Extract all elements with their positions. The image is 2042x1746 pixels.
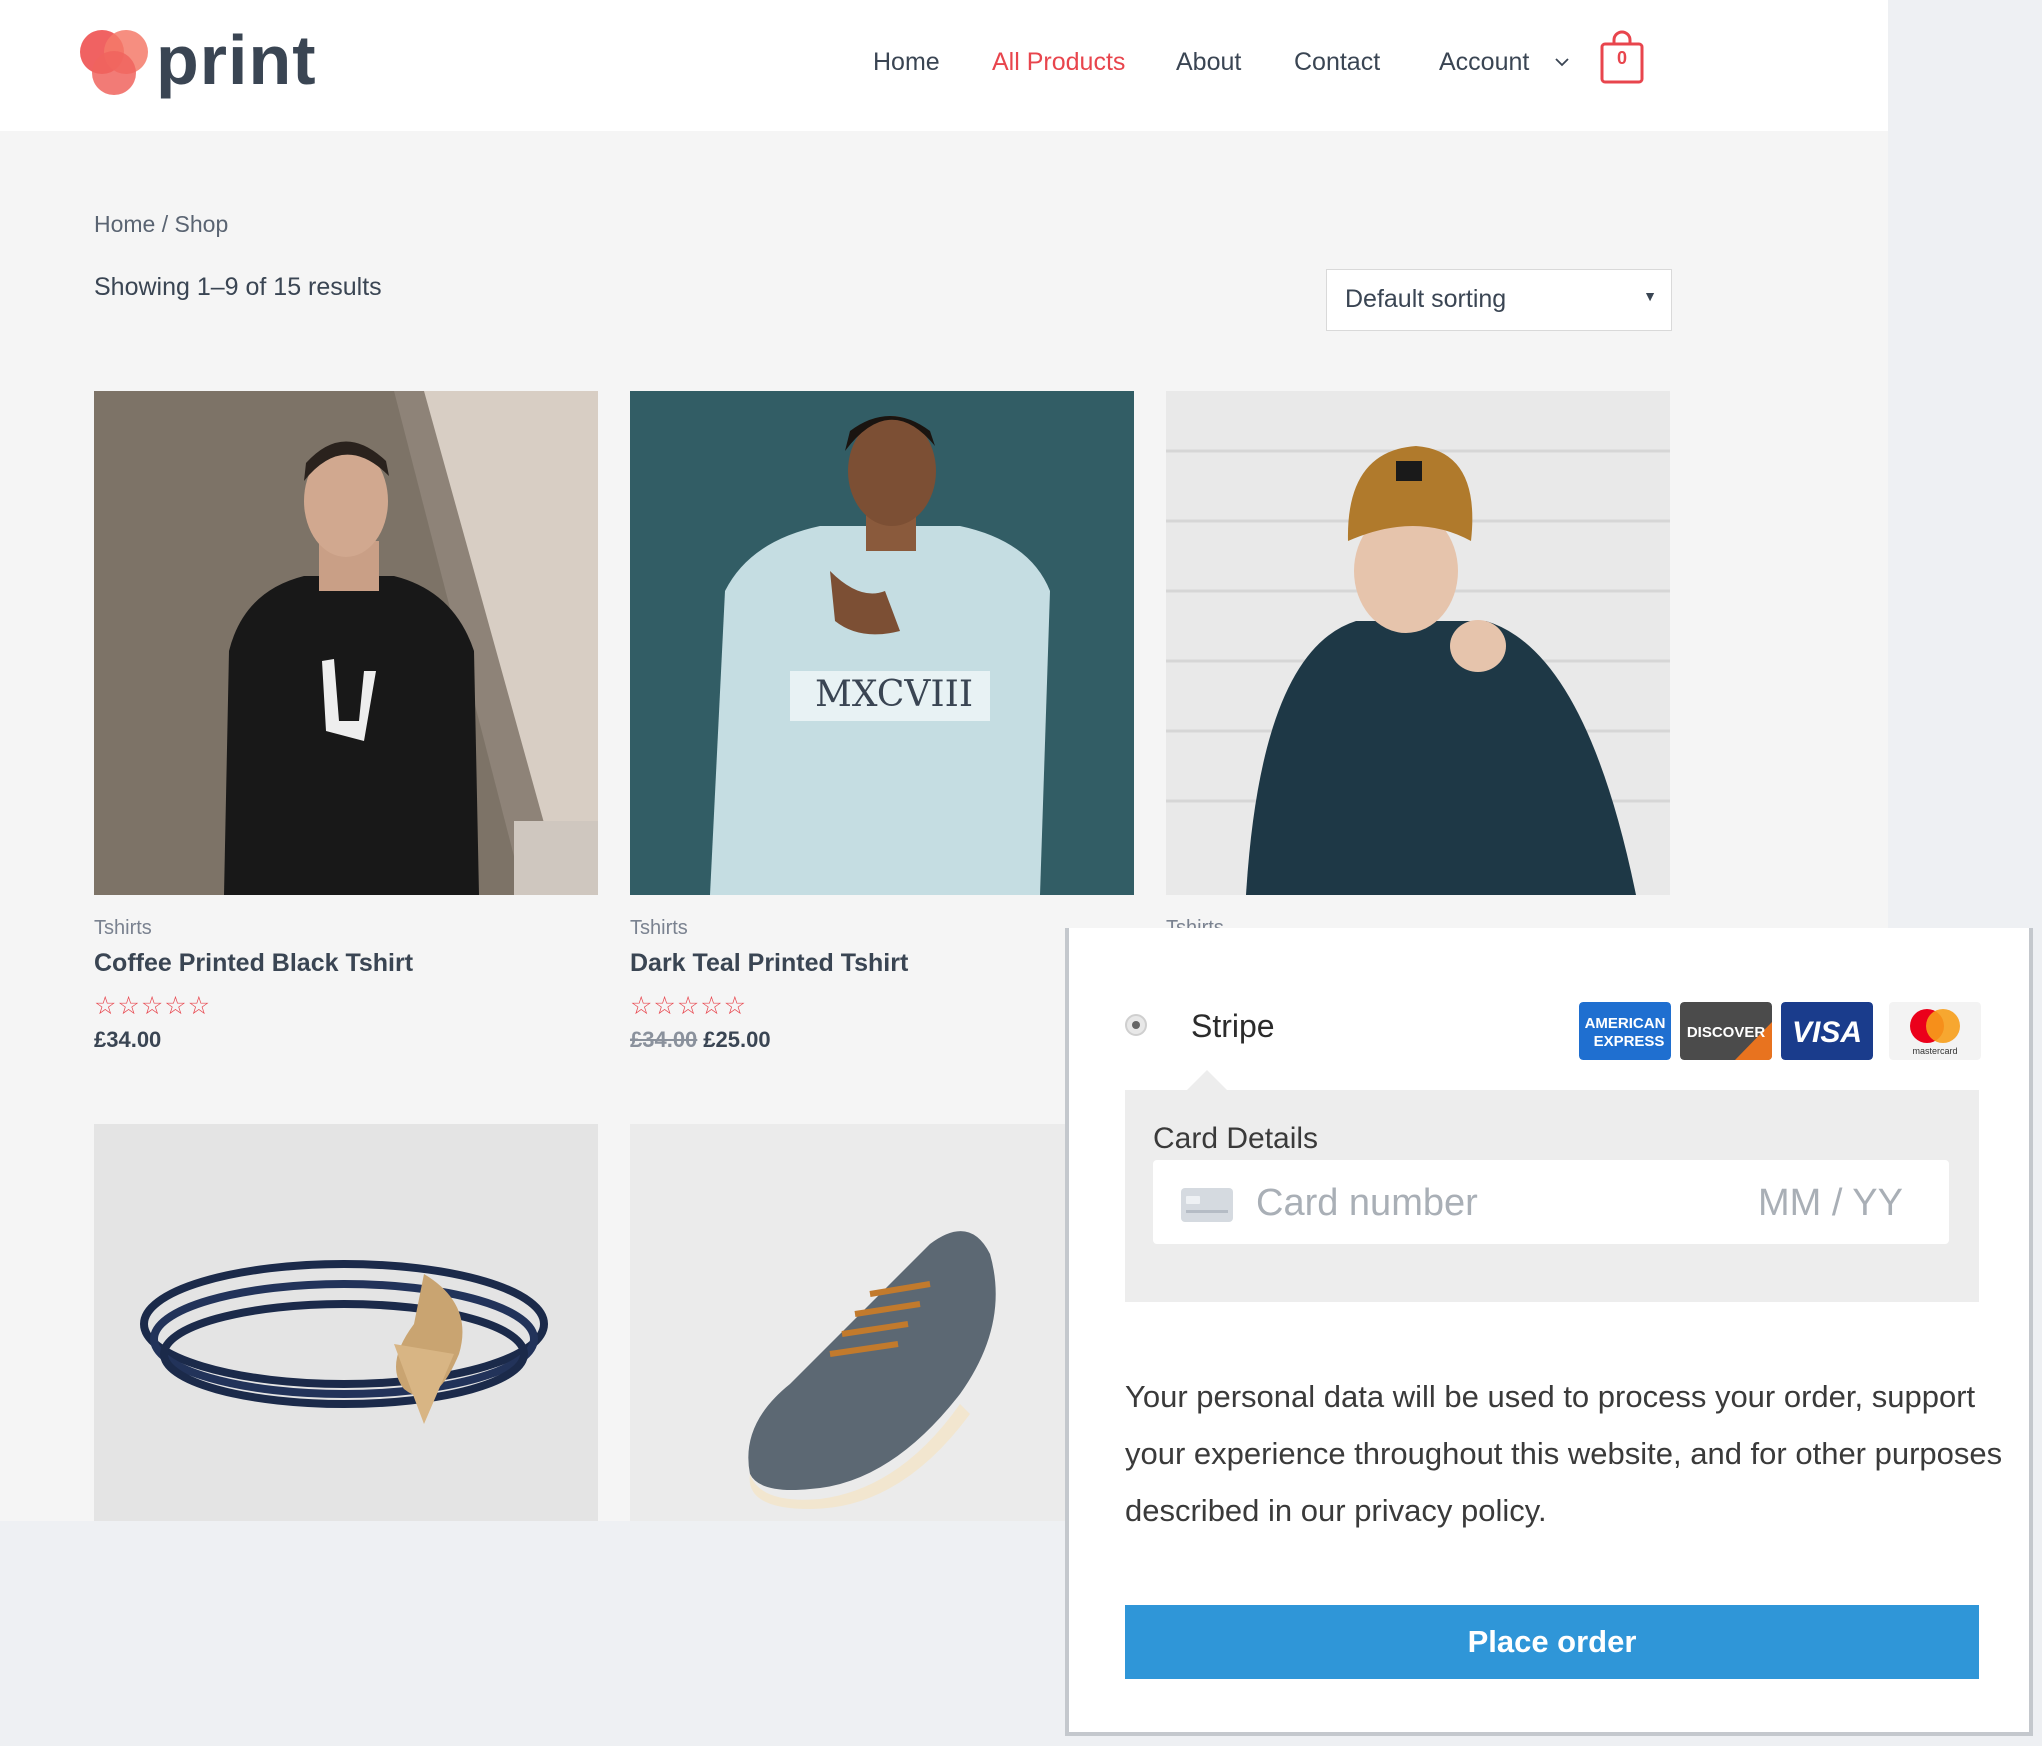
card-details-label: Card Details [1153,1122,1319,1155]
current-price: £34.00 [94,1027,162,1052]
result-count: Showing 1–9 of 15 results [94,273,382,301]
logo-circles-icon [80,30,148,95]
breadcrumb-separator: / [161,211,169,237]
privacy-text: Your personal data will be used to proce… [1125,1379,2003,1528]
product-category[interactable]: Tshirts [630,917,688,940]
product-image[interactable] [94,1124,598,1521]
amex-line2: EXPRESS [1594,1033,1665,1050]
amex-logo-icon: AMERICAN EXPRESS [1579,1002,1671,1060]
visa-logo-icon: VISA [1781,1002,1873,1060]
old-price: £34.00 [630,1027,698,1052]
product-card[interactable]: Tshirts [1166,391,1670,939]
sort-selected-value: Default sorting [1345,285,1507,313]
nav-account[interactable]: Account [1439,44,1529,80]
mastercard-logo-icon: mastercard [1889,1002,1981,1060]
nav-about[interactable]: About [1176,44,1241,80]
product-image[interactable]: MXCVIII [630,391,1134,895]
visa-text: VISA [1792,1016,1862,1049]
amex-line1: AMERICAN [1585,1015,1666,1032]
cart-count: 0 [1616,48,1627,68]
privacy-policy-link[interactable]: privacy policy [1354,1493,1538,1528]
current-price: £25.00 [703,1027,771,1052]
product-image[interactable] [630,1124,1065,1521]
card-details-box: Card Details Card number MM / YY [1125,1090,1979,1302]
product-image[interactable] [94,391,598,895]
card-number-input[interactable]: Card number MM / YY [1153,1160,1949,1244]
discover-text: DISCOVER [1687,1024,1766,1041]
logo-text: print [156,21,317,99]
nav-home[interactable]: Home [873,44,940,80]
privacy-notice: Your personal data will be used to proce… [1125,1368,2005,1539]
svg-text:MXCVIII: MXCVIII [815,674,973,715]
product-image[interactable] [1166,391,1670,895]
nav-contact[interactable]: Contact [1294,44,1380,80]
payment-method-label[interactable]: Stripe [1191,1008,1275,1045]
chevron-down-icon[interactable] [1555,58,1569,67]
star-rating-icon: ☆☆☆☆☆ [630,992,748,1020]
breadcrumb: Home / Shop [94,211,228,238]
product-price: £34.00 £25.00 [630,1027,771,1053]
credit-card-icon [1181,1188,1233,1222]
product-price: £34.00 [94,1027,161,1053]
product-card[interactable] [94,1124,598,1521]
discover-logo-icon: DISCOVER [1680,1002,1772,1060]
product-card[interactable]: Tshirts Coffee Printed Black Tshirt ☆☆☆☆… [94,391,598,1071]
place-order-button[interactable]: Place order [1125,1605,1979,1679]
product-card[interactable]: MXCVIII Tshirts Dark Teal Printed Tshirt… [630,391,1134,1071]
breadcrumb-current: Shop [174,211,229,237]
product-title[interactable]: Dark Teal Printed Tshirt [630,949,908,978]
cart-button[interactable]: 0 [1600,30,1644,84]
dropdown-arrow-icon: ▼ [1643,288,1657,304]
product-category[interactable]: Tshirts [94,917,152,940]
product-title[interactable]: Coffee Printed Black Tshirt [94,949,413,978]
stripe-radio[interactable] [1125,1014,1147,1036]
card-number-placeholder: Card number [1256,1182,1478,1224]
site-header: print Home All Products About Contact Ac… [0,0,1888,131]
payment-panel: Stripe AMERICAN EXPRESS DISCOVER VISA ma… [1065,928,2033,1736]
privacy-end: . [1537,1493,1547,1528]
nav-all-products[interactable]: All Products [992,44,1125,80]
card-brand-logos: AMERICAN EXPRESS DISCOVER VISA mastercar… [1579,1002,1981,1060]
star-rating-icon: ☆☆☆☆☆ [94,992,212,1020]
sort-select[interactable]: Default sorting ▼ [1326,269,1672,331]
site-logo[interactable]: print [78,24,318,96]
product-card[interactable] [630,1124,1134,1521]
breadcrumb-home[interactable]: Home [94,211,155,237]
mastercard-text: mastercard [1912,1046,1957,1056]
expiry-placeholder[interactable]: MM / YY [1758,1182,1903,1225]
card-box-pointer [1187,1070,1227,1090]
